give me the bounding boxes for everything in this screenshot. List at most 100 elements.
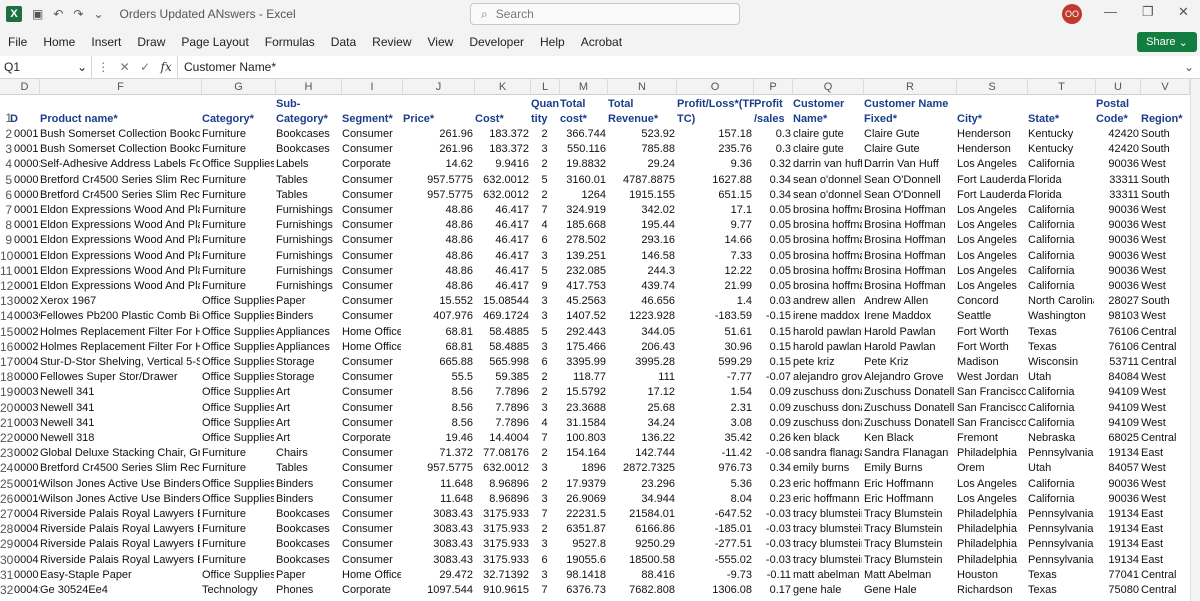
cell-i[interactable]: Consumer: [342, 446, 401, 461]
cell-n[interactable]: 142.744: [608, 446, 675, 461]
cell-q[interactable]: tracy blumstein: [793, 553, 862, 568]
cell-f[interactable]: Bush Somerset Collection Bookcase: [40, 142, 200, 157]
cell-r[interactable]: Tracy Blumstein: [864, 522, 955, 537]
row-header[interactable]: 14: [0, 309, 13, 324]
cell-q[interactable]: harold pawlan: [793, 340, 862, 355]
row-header[interactable]: 32: [0, 583, 13, 598]
cell-m[interactable]: 417.753: [560, 279, 606, 294]
cell-u[interactable]: 94109: [1096, 401, 1139, 416]
header-j[interactable]: Price*: [403, 112, 475, 126]
cell-o[interactable]: 2.31: [677, 401, 752, 416]
cell-k[interactable]: 632.0012: [475, 461, 529, 476]
cell-k[interactable]: 9.9416: [475, 157, 529, 172]
cell-m[interactable]: 1264: [560, 188, 606, 203]
column-header-i[interactable]: I: [342, 79, 403, 95]
cell-t[interactable]: Texas: [1028, 583, 1094, 598]
cell-t[interactable]: Pennsylvania: [1028, 522, 1094, 537]
cell-n[interactable]: 293.16: [608, 233, 675, 248]
header-q2[interactable]: Name*: [793, 112, 864, 126]
cell-l[interactable]: 7: [533, 583, 556, 598]
cell-q[interactable]: irene maddox: [793, 309, 862, 324]
cell-n[interactable]: 439.74: [608, 279, 675, 294]
cell-u[interactable]: 90036: [1096, 264, 1139, 279]
cell-j[interactable]: 261.96: [403, 142, 473, 157]
cell-f[interactable]: Eldon Expressions Wood And Plastic: [40, 249, 200, 264]
cell-j[interactable]: 1097.544: [403, 583, 473, 598]
cell-v[interactable]: Central: [1141, 340, 1188, 355]
cell-o[interactable]: 7.33: [677, 249, 752, 264]
row-header[interactable]: 10: [0, 249, 13, 264]
cell-d[interactable]: 0004: [14, 355, 40, 370]
cell-l[interactable]: 2: [533, 385, 556, 400]
cell-d[interactable]: 0001€: [14, 477, 40, 492]
cell-n[interactable]: 25.68: [608, 401, 675, 416]
cell-f[interactable]: Holmes Replacement Filter For Hepa: [40, 340, 200, 355]
cell-r[interactable]: Tracy Blumstein: [864, 507, 955, 522]
cell-t[interactable]: California: [1028, 157, 1094, 172]
cell-j[interactable]: 71.372: [403, 446, 473, 461]
cell-p[interactable]: 0.23: [754, 492, 791, 507]
cell-p[interactable]: 0.09: [754, 385, 791, 400]
cell-l[interactable]: 2: [533, 370, 556, 385]
cell-u[interactable]: 90036: [1096, 279, 1139, 294]
cell-h[interactable]: Paper: [276, 568, 340, 583]
cancel-icon[interactable]: ✕: [120, 60, 130, 74]
cell-q[interactable]: alejandro grove: [793, 370, 862, 385]
cell-f[interactable]: Bretford Cr4500 Series Slim Rectang: [40, 173, 200, 188]
cell-i[interactable]: Consumer: [342, 218, 401, 233]
header-o1[interactable]: Profit/Loss*(TR-: [677, 97, 754, 111]
cell-v[interactable]: West: [1141, 385, 1188, 400]
cell-g[interactable]: Office Supplies: [202, 385, 274, 400]
cell-o[interactable]: 5.36: [677, 477, 752, 492]
cell-d[interactable]: 0001€: [14, 492, 40, 507]
cell-f[interactable]: Global Deluxe Stacking Chair, Gray: [40, 446, 200, 461]
cell-v[interactable]: West: [1141, 461, 1188, 476]
cell-m[interactable]: 19055.6: [560, 553, 606, 568]
cell-o[interactable]: 9.36: [677, 157, 752, 172]
cell-g[interactable]: Office Supplies: [202, 157, 274, 172]
cell-u[interactable]: 76106: [1096, 325, 1139, 340]
name-box[interactable]: Q1 ⌄: [0, 56, 92, 78]
row-header[interactable]: 17: [0, 355, 13, 370]
cell-s[interactable]: Henderson: [957, 127, 1026, 142]
cell-j[interactable]: 19.46: [403, 431, 473, 446]
cell-n[interactable]: 195.44: [608, 218, 675, 233]
cell-f[interactable]: Eldon Expressions Wood And Plastic: [40, 233, 200, 248]
cell-f[interactable]: Holmes Replacement Filter For Hepa: [40, 325, 200, 340]
cell-l[interactable]: 6: [533, 233, 556, 248]
cell-o[interactable]: 599.29: [677, 355, 752, 370]
cell-i[interactable]: Consumer: [342, 492, 401, 507]
cell-h[interactable]: Bookcases: [276, 522, 340, 537]
cell-m[interactable]: 100.803: [560, 431, 606, 446]
header-m1[interactable]: Total: [560, 97, 608, 111]
tab-review[interactable]: Review: [372, 35, 411, 49]
cell-l[interactable]: 3: [533, 309, 556, 324]
cell-l[interactable]: 2: [533, 477, 556, 492]
cell-l[interactable]: 6: [533, 553, 556, 568]
cell-m[interactable]: 154.164: [560, 446, 606, 461]
cell-k[interactable]: 7.7896: [475, 385, 529, 400]
cell-m[interactable]: 6351.87: [560, 522, 606, 537]
cell-i[interactable]: Consumer: [342, 401, 401, 416]
cell-f[interactable]: Fellowes Super Stor/Drawer: [40, 370, 200, 385]
cell-q[interactable]: claire gute: [793, 127, 862, 142]
column-header-k[interactable]: K: [475, 79, 531, 95]
cell-s[interactable]: Orem: [957, 461, 1026, 476]
cell-p[interactable]: 0.17: [754, 583, 791, 598]
cell-d[interactable]: 0000: [14, 568, 40, 583]
cell-k[interactable]: 58.4885: [475, 325, 529, 340]
cell-g[interactable]: Furniture: [202, 507, 274, 522]
cell-u[interactable]: 28027: [1096, 294, 1139, 309]
cell-v[interactable]: South: [1141, 294, 1188, 309]
cell-g[interactable]: Furniture: [202, 142, 274, 157]
cell-k[interactable]: 183.372: [475, 142, 529, 157]
cell-d[interactable]: 0001: [14, 249, 40, 264]
column-header-l[interactable]: L: [531, 79, 560, 95]
cell-d[interactable]: 0001: [14, 142, 40, 157]
row-header[interactable]: 23: [0, 446, 13, 461]
cell-u[interactable]: 84057: [1096, 461, 1139, 476]
cell-n[interactable]: 23.296: [608, 477, 675, 492]
tab-file[interactable]: File: [8, 35, 27, 49]
cell-p[interactable]: -0.08: [754, 446, 791, 461]
cell-o[interactable]: -185.01: [677, 522, 752, 537]
